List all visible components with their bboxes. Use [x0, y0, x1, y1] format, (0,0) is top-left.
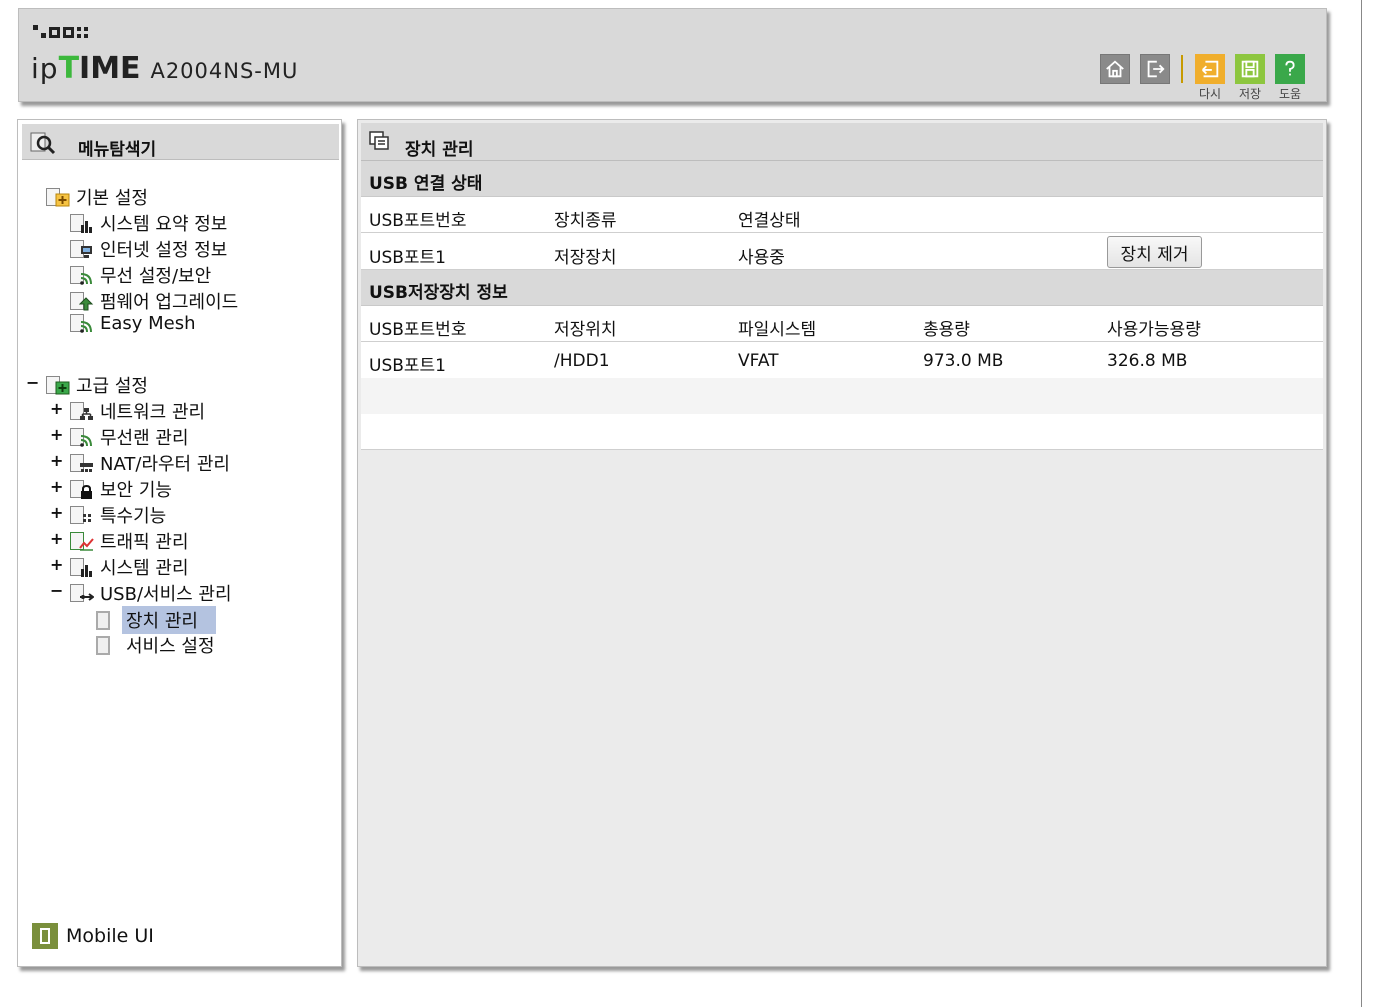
home-icon: [1106, 60, 1124, 78]
traffic-graph-icon: [70, 530, 94, 552]
traffic-expand-toggle[interactable]: +: [50, 529, 63, 548]
header-separator: [1181, 55, 1183, 83]
remove-device-button[interactable]: 장치 제거: [1107, 236, 1202, 268]
grid-icon: [70, 504, 94, 526]
table-row: USB포트1 /HDD1 VFAT 973.0 MB 326.8 MB: [361, 342, 1323, 378]
menu-device-management[interactable]: 장치 관리: [96, 606, 216, 634]
reload-icon: [1202, 60, 1219, 78]
usb-icon: [70, 582, 94, 604]
folder-icon: [46, 186, 70, 208]
usb-connection-header-row: USB포트번호 장치종류 연결상태: [361, 197, 1323, 233]
tree-advanced-settings[interactable]: 고급 설정: [46, 372, 148, 398]
menu-wireless-security[interactable]: 무선 설정/보안: [70, 262, 211, 288]
help-button[interactable]: [1275, 54, 1305, 84]
selected-menu-label: 장치 관리: [122, 606, 216, 634]
magnifier-icon: [30, 132, 56, 155]
menu-special-functions[interactable]: 특수기능: [70, 502, 166, 528]
chart-icon: [70, 556, 94, 578]
monitor-icon: [70, 238, 94, 260]
menu-usb-service[interactable]: USB/서비스 관리: [70, 580, 232, 606]
header-bar: ipTIME A2004NS-MU 다시 저장 도움: [18, 8, 1327, 102]
menu-system-summary[interactable]: 시스템 요약 정보: [70, 210, 227, 236]
mobile-ui-link[interactable]: Mobile UI: [32, 923, 154, 949]
tree-basic-settings[interactable]: 기본 설정: [46, 184, 148, 210]
usb-storage-heading: USB저장장치 정보: [361, 270, 1323, 306]
wireless-expand-toggle[interactable]: +: [50, 425, 63, 444]
brand-logo: ipTIME A2004NS-MU: [31, 51, 299, 86]
logout-button[interactable]: [1140, 54, 1170, 84]
menu-easy-mesh[interactable]: Easy Mesh: [70, 312, 196, 334]
menu-nat-router[interactable]: NAT/라우터 관리: [70, 450, 230, 476]
home-button[interactable]: [1100, 54, 1130, 84]
menu-internet-info[interactable]: 인터넷 설정 정보: [70, 236, 227, 262]
usb-storage-header-row: USB포트번호 저장위치 파일시스템 총용량 사용가능용량: [361, 306, 1323, 342]
wifi-icon: [70, 426, 94, 448]
network-expand-toggle[interactable]: +: [50, 399, 63, 418]
menu-network-management[interactable]: 네트워크 관리: [70, 398, 205, 424]
menu-service-settings[interactable]: 서비스 설정: [96, 632, 215, 658]
folder-icon: [46, 374, 70, 396]
menu-explorer-panel: 메뉴탐색기 기본 설정 시스템 요약 정보 인터넷 설정 정보 무선 설정/보안…: [17, 119, 342, 967]
content-panel: 장치 관리 USB 연결 상태 USB포트번호 장치종류 연결상태 USB포트1…: [357, 119, 1327, 967]
page-title: 장치 관리: [405, 140, 474, 160]
iptime-logo-dots: [33, 25, 88, 38]
save-label: 저장: [1238, 87, 1262, 101]
save-button[interactable]: [1235, 54, 1265, 84]
chart-icon: [70, 212, 94, 234]
save-icon: [1241, 60, 1259, 78]
network-icon: [70, 400, 94, 422]
windows-icon: [369, 131, 389, 150]
help-icon: [1285, 60, 1295, 76]
menu-security-functions[interactable]: 보안 기능: [70, 476, 172, 502]
mobile-phone-icon: [32, 923, 58, 949]
router-icon: [70, 452, 94, 474]
special-expand-toggle[interactable]: +: [50, 503, 63, 522]
lock-icon: [70, 478, 94, 500]
page-icon: [96, 635, 110, 655]
wifi-icon: [70, 264, 94, 286]
menu-system-management[interactable]: 시스템 관리: [70, 554, 189, 580]
usb-connection-heading: USB 연결 상태: [361, 161, 1323, 197]
menu-traffic-management[interactable]: 트래픽 관리: [70, 528, 189, 554]
upgrade-icon: [70, 290, 94, 312]
nat-expand-toggle[interactable]: +: [50, 451, 63, 470]
menu-firmware-upgrade[interactable]: 펌웨어 업그레이드: [70, 288, 238, 314]
menu-explorer-title: 메뉴탐색기: [78, 140, 157, 160]
security-expand-toggle[interactable]: +: [50, 477, 63, 496]
table-row: USB포트1 저장장치 사용중 장치 제거: [361, 233, 1323, 270]
logout-icon: [1147, 60, 1165, 78]
empty-row: [361, 414, 1323, 450]
window-edge: [1361, 0, 1373, 1007]
reload-button[interactable]: [1195, 54, 1225, 84]
empty-row: [361, 378, 1323, 414]
menu-wireless-management[interactable]: 무선랜 관리: [70, 424, 189, 450]
help-label: 도움: [1278, 87, 1302, 101]
menu-explorer-header: 메뉴탐색기: [22, 124, 339, 160]
advanced-collapse-toggle[interactable]: −: [26, 373, 39, 392]
reload-label: 다시: [1198, 87, 1222, 101]
page-icon: [96, 610, 110, 630]
model-name: A2004NS-MU: [150, 59, 299, 83]
system-expand-toggle[interactable]: +: [50, 555, 63, 574]
page-title-bar: 장치 관리: [361, 123, 1323, 161]
usb-collapse-toggle[interactable]: −: [50, 581, 63, 600]
mesh-icon: [70, 312, 94, 334]
